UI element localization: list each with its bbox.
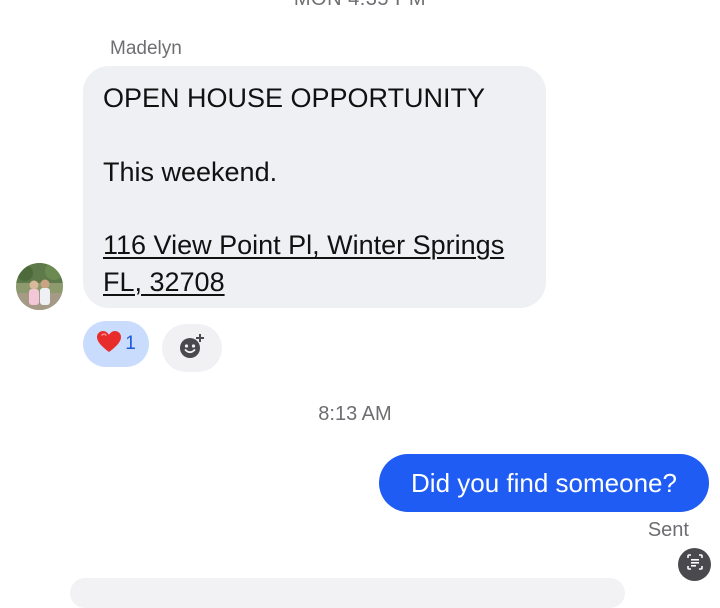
time-separator: 8:13 AM	[318, 403, 392, 425]
sender-name: Madelyn	[110, 38, 182, 59]
message-headline: OPEN HOUSE OPPORTUNITY	[103, 83, 486, 113]
thread-timestamp-top: MON 4:35 PM	[0, 0, 720, 11]
address-link-line2[interactable]: FL, 32708	[103, 264, 526, 301]
message-composer[interactable]	[70, 578, 625, 608]
add-reaction-button[interactable]	[162, 324, 222, 372]
outgoing-message-bubble[interactable]: Did you find someone?	[379, 454, 709, 512]
reaction-count: 1	[125, 333, 136, 354]
heart-reaction-pill[interactable]: 1	[83, 321, 149, 367]
document-summary-icon	[685, 552, 705, 577]
summary-button[interactable]	[678, 548, 711, 581]
delivery-status: Sent	[647, 519, 689, 541]
message-body-text: This weekend.	[103, 156, 278, 187]
add-reaction-icon	[178, 332, 206, 365]
address-link-line1[interactable]: 116 View Point Pl, Winter Springs	[103, 227, 526, 264]
sender-avatar[interactable]	[16, 263, 63, 310]
incoming-message-bubble[interactable]: OPEN HOUSE OPPORTUNITY This weekend. 116…	[83, 66, 546, 308]
red-heart-icon	[96, 330, 122, 359]
